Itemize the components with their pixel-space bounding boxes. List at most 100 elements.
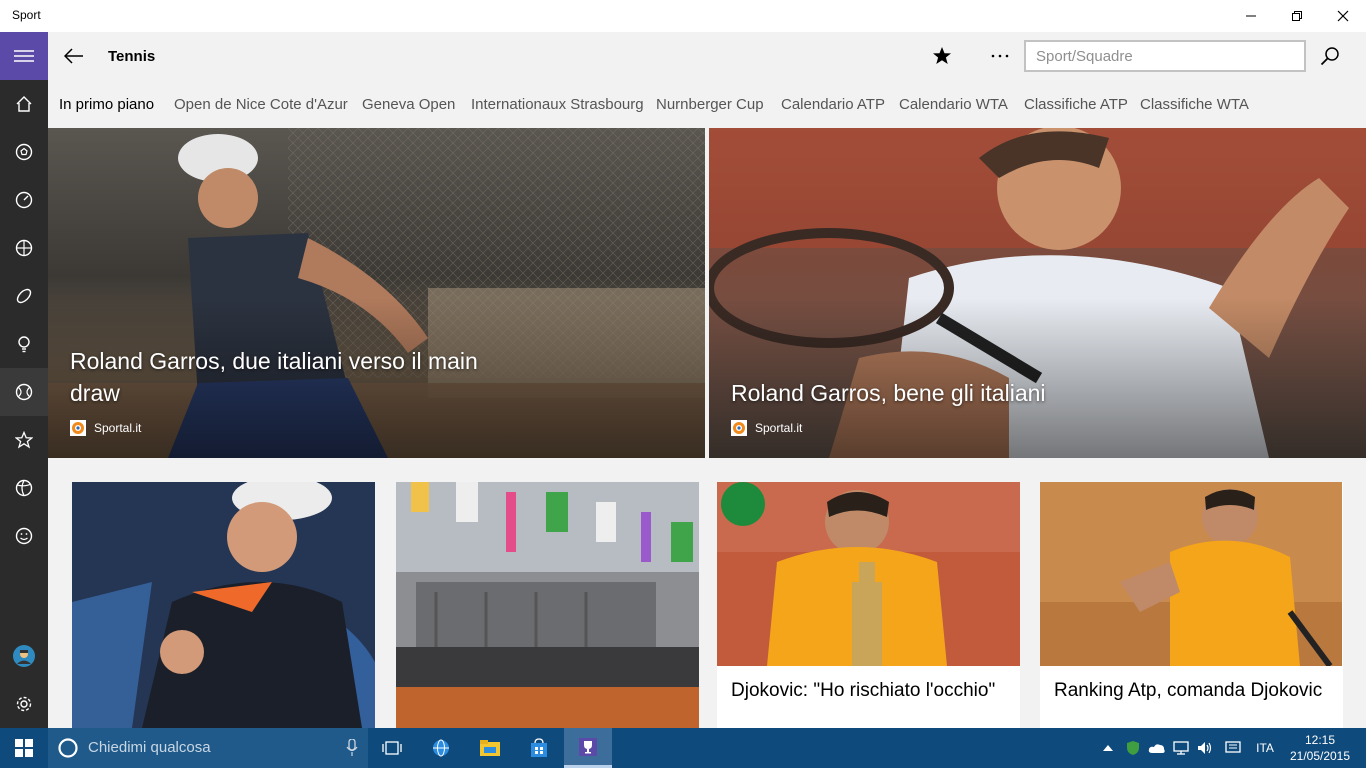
browser-globe-icon	[433, 739, 449, 757]
shield-icon	[1127, 741, 1139, 755]
sidebar-item-volleyball[interactable]	[0, 464, 48, 512]
app-title: Sport	[12, 8, 41, 22]
chevron-up-icon	[1103, 745, 1113, 751]
ellipsis-icon	[991, 54, 1009, 58]
card-image	[717, 482, 1020, 666]
minimize-icon	[1246, 15, 1256, 17]
volleyball-icon	[15, 479, 33, 497]
star-icon	[15, 431, 33, 449]
hamburger-menu-icon	[14, 50, 34, 62]
sidebar-item-football[interactable]	[0, 272, 48, 320]
volume-tray-icon[interactable]	[1194, 728, 1216, 768]
card-photo	[717, 482, 1020, 666]
soccer-ball-icon	[15, 143, 33, 161]
tab-bar: In primo piano Open de Nice Cote d'Azur …	[48, 80, 1366, 128]
file-explorer-button[interactable]	[466, 728, 514, 768]
tab-open-de-nice[interactable]: Open de Nice Cote d'Azur	[174, 96, 348, 113]
tennis-ball-icon	[15, 383, 33, 401]
task-view-button[interactable]	[368, 728, 416, 768]
sidebar-item-home[interactable]	[0, 80, 48, 128]
cortana-circle-icon	[58, 738, 78, 758]
more-options-button[interactable]	[984, 40, 1016, 72]
minimize-button[interactable]	[1228, 0, 1274, 32]
show-hidden-icons-button[interactable]	[1100, 728, 1116, 768]
back-arrow-icon	[64, 48, 83, 64]
sidebar-item-favorites[interactable]	[0, 416, 48, 464]
page-title: Tennis	[108, 48, 156, 65]
sidebar-item-settings[interactable]	[0, 680, 48, 728]
card-photo	[72, 482, 375, 728]
hero-title: Roland Garros, due italiani verso il mai…	[70, 348, 478, 406]
sidebar-item-tips[interactable]	[0, 320, 48, 368]
store-button[interactable]	[515, 728, 563, 768]
hero-source: Sportal.it	[70, 420, 141, 436]
search-input[interactable]	[1024, 40, 1306, 72]
sidebar-item-fun[interactable]	[0, 512, 48, 560]
account-button[interactable]	[0, 632, 48, 680]
hamburger-menu-button[interactable]	[0, 32, 48, 80]
restore-icon	[1292, 11, 1302, 21]
tab-calendario-atp[interactable]: Calendario ATP	[781, 96, 885, 113]
security-tray-icon[interactable]	[1122, 728, 1144, 768]
tab-classifiche-atp[interactable]: Classifiche ATP	[1024, 96, 1128, 113]
network-tray-icon[interactable]	[1170, 728, 1192, 768]
tab-geneva-open[interactable]: Geneva Open	[362, 96, 455, 113]
smiley-icon	[15, 527, 33, 545]
tab-nurnberger-cup[interactable]: Nurnberger Cup	[656, 96, 764, 113]
hero-article[interactable]: Roland Garros, bene gli italiani Sportal…	[709, 128, 1366, 458]
sportal-logo-icon	[731, 420, 747, 436]
hero-source: Sportal.it	[731, 420, 802, 436]
tab-in-primo-piano[interactable]: In primo piano	[59, 96, 154, 113]
sidebar-item-basketball[interactable]	[0, 224, 48, 272]
trophy-icon	[579, 737, 597, 756]
cortana-placeholder: Chiedimi qualcosa	[88, 739, 211, 756]
sidebar-item-tennis[interactable]	[0, 368, 48, 416]
settings-icon	[16, 696, 32, 712]
windows-logo-icon	[15, 739, 33, 757]
card-image	[1040, 482, 1343, 666]
hero-title: Roland Garros, bene gli italiani	[731, 380, 1046, 406]
sidebar-item-soccer[interactable]	[0, 128, 48, 176]
basketball-icon	[15, 239, 33, 257]
language-indicator[interactable]: ITA	[1250, 728, 1280, 768]
tab-classifiche-wta[interactable]: Classifiche WTA	[1140, 96, 1249, 113]
article-card[interactable]: Djokovic: "Ho rischiato l'occhio"	[717, 482, 1020, 728]
close-icon	[1337, 10, 1349, 22]
avatar	[13, 645, 35, 667]
clock-time: 12:15	[1304, 733, 1336, 747]
tab-internationaux-strasbourg[interactable]: Internationaux Strasbourg	[471, 96, 644, 113]
start-button[interactable]	[0, 728, 48, 768]
home-icon	[16, 96, 32, 112]
restore-button[interactable]	[1274, 0, 1320, 32]
card-photo	[396, 482, 699, 728]
cortana-search[interactable]: Chiedimi qualcosa	[48, 728, 368, 768]
hero-article[interactable]: Roland Garros, due italiani verso il mai…	[48, 128, 705, 458]
store-bag-icon	[531, 738, 547, 757]
article-card[interactable]: Ranking Atp, comanda Djokovic	[1040, 482, 1343, 728]
favorite-button[interactable]	[926, 40, 958, 72]
title-bar: Sport	[0, 0, 1366, 32]
star-icon	[933, 47, 951, 64]
header: Tennis	[48, 32, 1366, 80]
action-center-button[interactable]	[1222, 728, 1244, 768]
onedrive-tray-icon[interactable]	[1146, 728, 1168, 768]
close-button[interactable]	[1320, 0, 1366, 32]
article-card[interactable]	[396, 482, 699, 728]
sidebar	[0, 32, 48, 728]
search-button[interactable]	[1314, 40, 1346, 72]
tab-calendario-wta[interactable]: Calendario WTA	[899, 96, 1008, 113]
football-icon	[16, 288, 32, 304]
microphone-icon[interactable]	[346, 739, 358, 757]
article-card[interactable]	[72, 482, 375, 728]
light-bulb-icon	[18, 336, 30, 353]
sidebar-item-motorsport[interactable]	[0, 176, 48, 224]
clock[interactable]: 12:15 21/05/2015	[1288, 732, 1352, 764]
task-view-icon	[382, 741, 402, 755]
card-photo	[1040, 482, 1342, 666]
sport-app-button[interactable]	[564, 728, 612, 768]
search-icon	[1320, 47, 1339, 66]
back-button[interactable]	[58, 40, 90, 72]
edge-browser-button[interactable]	[417, 728, 465, 768]
card-title: Djokovic: "Ho rischiato l'occhio"	[731, 680, 996, 701]
network-icon	[1173, 741, 1189, 755]
